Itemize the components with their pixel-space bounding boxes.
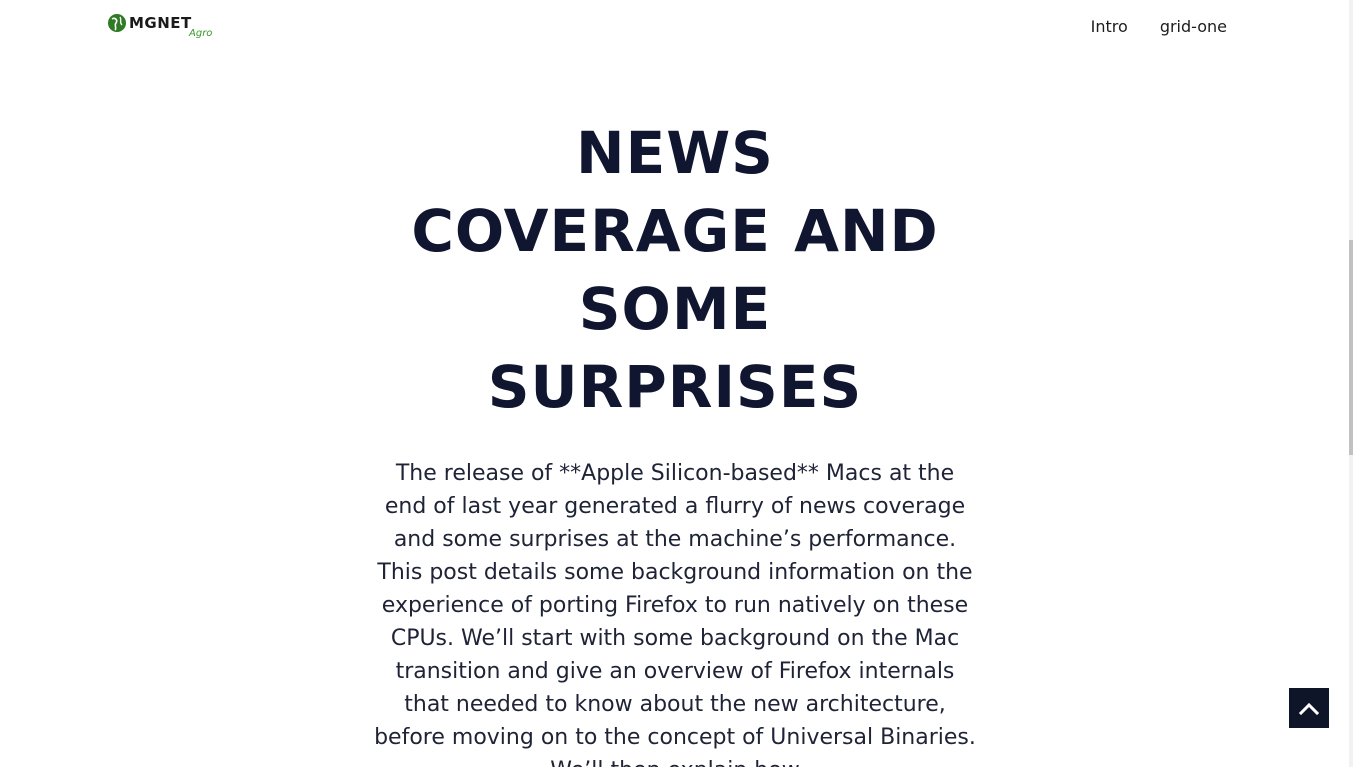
back-to-top-button[interactable] [1289, 688, 1329, 728]
hero-title-line: SURPRISES [487, 353, 863, 421]
site-logo[interactable]: MGNET Agro [107, 11, 217, 43]
hero-title-line: COVERAGE AND [411, 197, 939, 265]
site-header: MGNET Agro Intro grid-one [0, 0, 1353, 56]
nav-item-intro[interactable]: Intro [1091, 16, 1128, 38]
logo-tagline: Agro [189, 28, 213, 39]
logo-wordmark: MGNET [129, 14, 192, 32]
hero-title: NEWS COVERAGE AND SOME SURPRISES [340, 114, 1010, 426]
hero-title-line: SOME [578, 275, 772, 343]
scrollbar-thumb[interactable] [1349, 240, 1353, 455]
nav-item-grid-one[interactable]: grid-one [1160, 16, 1227, 38]
page-scrollbar[interactable] [1349, 0, 1353, 767]
chevron-up-icon [1299, 702, 1319, 715]
main-nav: Intro grid-one [1091, 16, 1227, 38]
hero-body-text: The release of **Apple Silicon-based** M… [374, 461, 976, 767]
globe-icon [108, 14, 126, 32]
hero-title-line: NEWS [576, 119, 774, 187]
